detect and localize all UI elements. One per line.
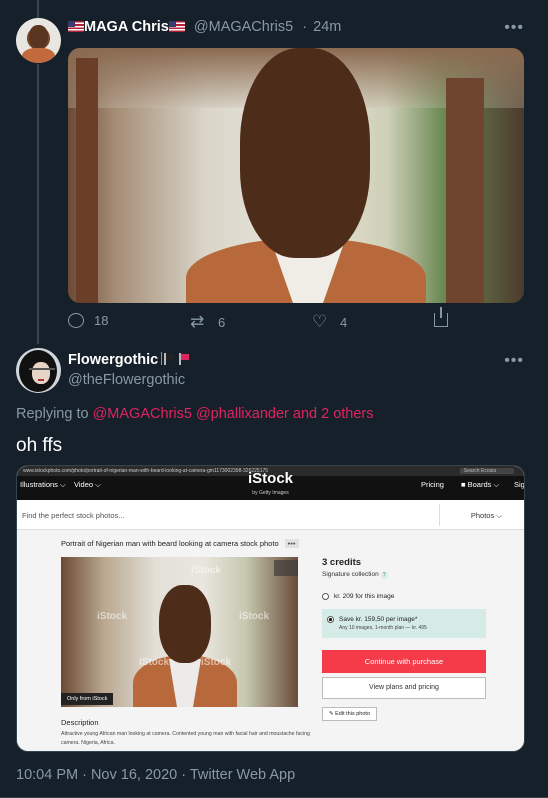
replying-prefix: Replying to: [16, 406, 89, 422]
reply-icon: [68, 313, 84, 328]
heart-icon: ♡: [312, 312, 328, 331]
browser-search: Search Ecosia: [459, 468, 514, 474]
istock-logo: iStock by Getty Images: [247, 470, 294, 496]
tweet1-header: MAGA Chris @MAGAChris5 · 24m: [68, 19, 341, 35]
tweet2-display-name[interactable]: Flowergothic: [68, 352, 158, 368]
istock-nav: Illustrations ⌵ Video ⌵ iStock by Getty I…: [17, 471, 525, 500]
replying-to: Replying to @MAGAChris5 @phallixander an…: [16, 406, 374, 422]
istock-credits: 3 credits: [322, 557, 362, 568]
istock-plans-button: View plans and pricing: [322, 677, 486, 699]
reply-button[interactable]: 18: [68, 313, 108, 328]
istock-collection: Signature collection?: [322, 571, 486, 579]
only-from-istock-badge: Only from iStock: [61, 693, 114, 705]
black-flag-icon: [164, 353, 175, 365]
retweet-button[interactable]: ⇄ 6: [190, 313, 225, 331]
avatar-flowergothic[interactable]: [16, 348, 61, 393]
share-button[interactable]: [434, 307, 448, 327]
istock-continue-button: Continue with purchase: [322, 650, 486, 673]
istock-search-placeholder: Find the perfect stock photos...: [22, 511, 125, 520]
tweet2-more-icon[interactable]: •••: [504, 352, 524, 370]
istock-option-plan: Save kr. 159,50 per image* Any 10 images,…: [322, 609, 486, 638]
tweet1-more-icon[interactable]: •••: [504, 19, 524, 37]
mention-maga-chris[interactable]: @MAGAChris5: [93, 406, 192, 422]
nav-sign: Sig: [514, 480, 525, 489]
istock-purchase-panel: 3 credits Signature collection? kr. 209 …: [322, 557, 486, 721]
like-button[interactable]: ♡ 4: [312, 313, 347, 331]
istock-search: Find the perfect stock photos... Photos …: [17, 500, 524, 530]
tweet1-photo[interactable]: [68, 48, 524, 303]
tweet1-dot: ·: [302, 19, 308, 35]
tweet2-handle[interactable]: @theFlowergothic: [68, 372, 185, 388]
tweet1-display-name[interactable]: MAGA Chris: [84, 19, 169, 35]
tweet1-time[interactable]: 24m: [313, 19, 341, 35]
us-flag-icon: [168, 21, 185, 32]
thread-line: [37, 64, 39, 344]
istock-edit-button: ✎ Edit this photo: [322, 707, 377, 721]
istock-title: Portrait of Nigerian man with beard look…: [61, 539, 299, 548]
avatar-maga-chris[interactable]: [16, 18, 61, 63]
tweet2-text: oh ffs: [16, 435, 63, 456]
help-icon: ?: [380, 572, 388, 579]
istock-description-heading: Description: [61, 718, 99, 727]
nav-pricing: Pricing: [421, 480, 444, 489]
tweet1-actions: 18 ⇄ 6 ♡ 4: [68, 307, 458, 333]
nav-boards: ■ Boards ⌵: [461, 480, 500, 489]
tweet2-display-name-row: Flowergothic: [68, 352, 190, 368]
istock-option-single: kr. 209 for this image: [322, 593, 486, 600]
share-icon: [434, 307, 448, 327]
nav-illustrations: Illustrations ⌵: [20, 480, 66, 489]
radio-selected-icon: [327, 616, 334, 623]
mention-phallixander[interactable]: @phallixander: [196, 406, 289, 422]
reply-count: 18: [94, 313, 109, 328]
us-flag-icon: [68, 21, 84, 32]
mention-others[interactable]: and 2 others: [293, 406, 374, 422]
red-flag-icon: [179, 353, 190, 365]
tweet1-handle[interactable]: @MAGAChris5: [194, 19, 293, 35]
nav-video: Video ⌵: [74, 480, 101, 489]
retweet-count: 6: [218, 314, 226, 330]
radio-icon: [322, 593, 329, 600]
retweet-icon: ⇄: [190, 312, 205, 331]
istock-description: Attractive young African man looking at …: [61, 731, 310, 746]
istock-preview-image: iStock iStock iStock iStock iStock Only …: [61, 557, 298, 707]
like-count: 4: [340, 314, 348, 330]
istock-body: Portrait of Nigerian man with beard look…: [17, 530, 524, 751]
separator-bar: [161, 352, 163, 365]
embedded-screenshot[interactable]: www.istockphoto.com/photo/portrait-of-ni…: [16, 465, 525, 752]
browser-url: www.istockphoto.com/photo/portrait-of-ni…: [23, 468, 269, 474]
tweet2-timestamp[interactable]: 10:04 PM · Nov 16, 2020 · Twitter Web Ap…: [16, 767, 295, 783]
istock-photos-filter: Photos ⌵: [470, 511, 502, 520]
